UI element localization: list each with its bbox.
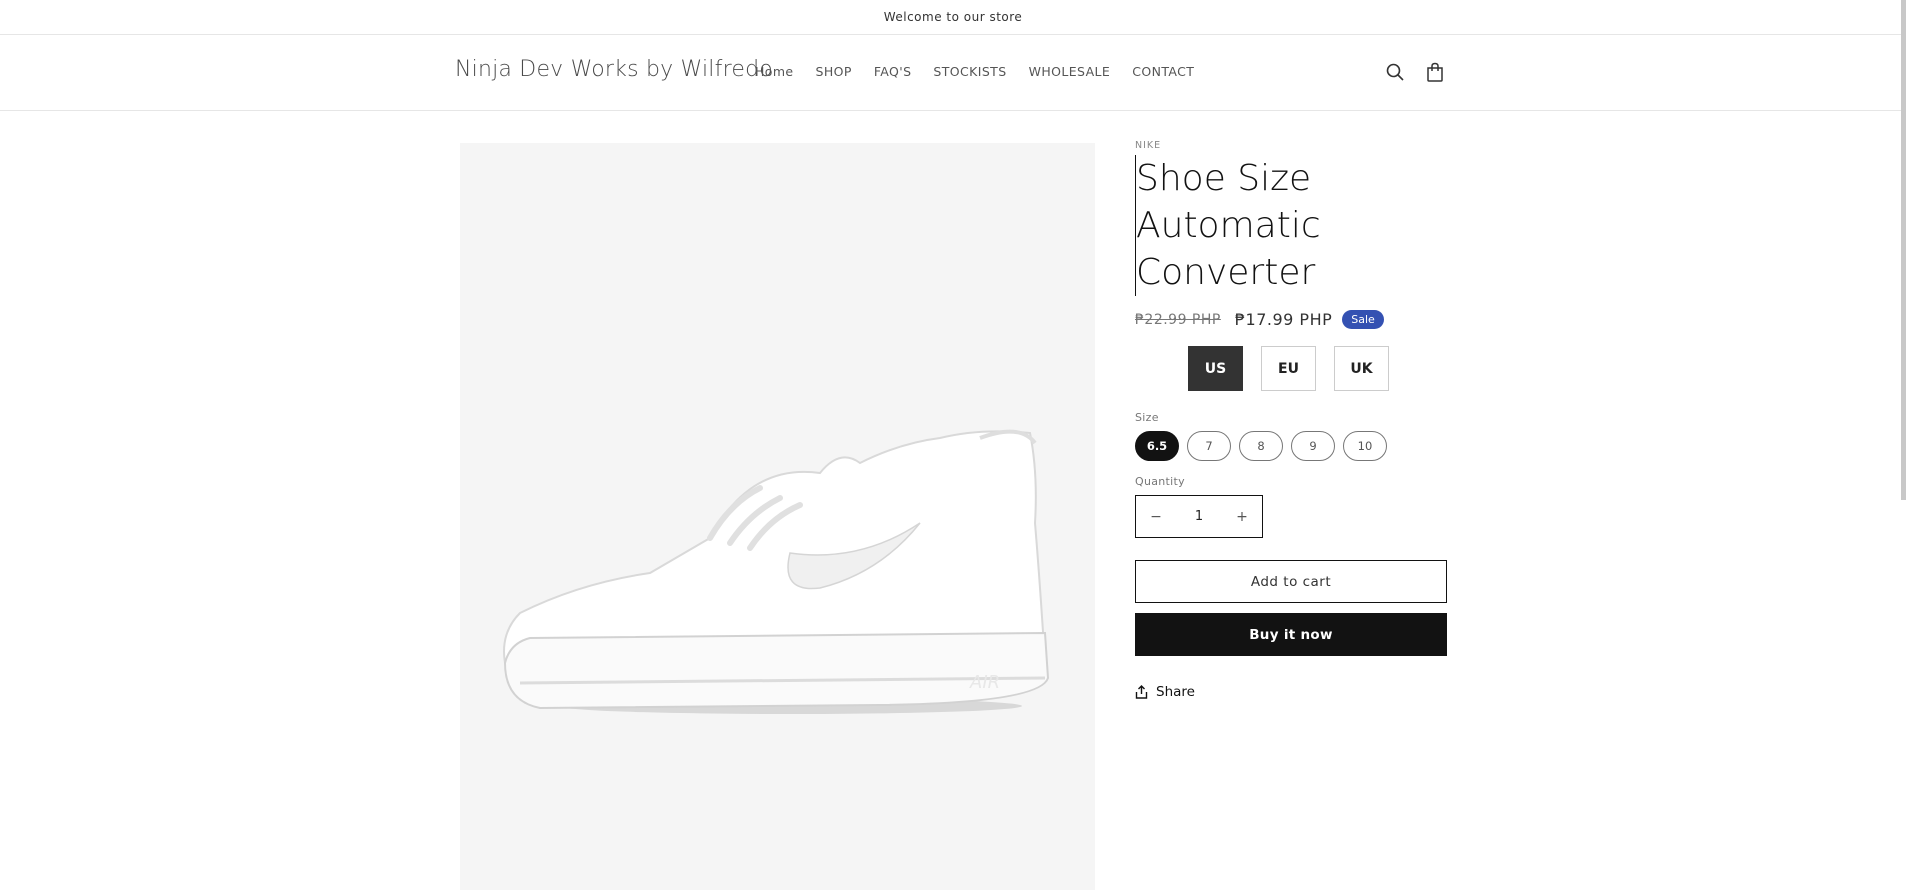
quantity-increase-button[interactable]: + — [1222, 509, 1262, 525]
sale-badge: Sale — [1342, 310, 1384, 329]
price-row: ₱22.99 PHP ₱17.99 PHP Sale — [1135, 310, 1447, 329]
nav-stockists[interactable]: STOCKISTS — [933, 64, 1006, 79]
size-option[interactable]: 9 — [1291, 431, 1335, 461]
sale-price: ₱17.99 PHP — [1234, 310, 1333, 329]
size-option[interactable]: 6.5 — [1135, 431, 1179, 461]
svg-text:AIR: AIR — [969, 672, 1000, 693]
cart-icon[interactable] — [1424, 61, 1446, 83]
size-options: 6.5 7 8 9 10 — [1135, 431, 1447, 461]
product-title: Shoe Size Automatic Converter — [1135, 155, 1447, 296]
search-icon[interactable] — [1384, 61, 1406, 83]
nav-faqs[interactable]: FAQ'S — [874, 64, 912, 79]
share-label: Share — [1156, 684, 1195, 700]
converter-us-button[interactable]: US — [1188, 346, 1243, 391]
size-option[interactable]: 10 — [1343, 431, 1387, 461]
header-icons — [1384, 61, 1446, 83]
shoe-image: AIR — [503, 429, 1050, 714]
announcement-text: Welcome to our store — [883, 10, 1023, 24]
site-header: Ninja Dev Works by Wilfredo Home SHOP FA… — [0, 35, 1906, 111]
nav-shop[interactable]: SHOP — [816, 64, 852, 79]
share-icon — [1135, 685, 1148, 699]
page-scrollbar[interactable] — [1901, 0, 1906, 500]
quantity-stepper: − 1 + — [1135, 495, 1263, 538]
nav-wholesale[interactable]: WHOLESALE — [1029, 64, 1111, 79]
product-image[interactable]: AIR — [460, 143, 1095, 890]
compare-at-price: ₱22.99 PHP — [1135, 311, 1221, 328]
product-info: NIKE Shoe Size Automatic Converter ₱22.9… — [1135, 140, 1447, 700]
size-system-converter: US EU UK — [1188, 346, 1447, 391]
size-option[interactable]: 7 — [1187, 431, 1231, 461]
buy-now-button[interactable]: Buy it now — [1135, 613, 1447, 656]
converter-uk-button[interactable]: UK — [1334, 346, 1389, 391]
add-to-cart-button[interactable]: Add to cart — [1135, 560, 1447, 603]
size-option[interactable]: 8 — [1239, 431, 1283, 461]
main-nav: Home SHOP FAQ'S STOCKISTS WHOLESALE CONT… — [755, 64, 1216, 79]
converter-eu-button[interactable]: EU — [1261, 346, 1316, 391]
share-button[interactable]: Share — [1135, 684, 1447, 700]
nav-contact[interactable]: CONTACT — [1132, 64, 1194, 79]
quantity-label: Quantity — [1135, 475, 1185, 488]
nav-home[interactable]: Home — [755, 64, 794, 79]
quantity-input[interactable]: 1 — [1179, 509, 1219, 524]
size-label: Size — [1135, 411, 1159, 424]
quantity-decrease-button[interactable]: − — [1136, 509, 1176, 525]
store-logo[interactable]: Ninja Dev Works by Wilfredo — [455, 57, 773, 82]
product-vendor: NIKE — [1135, 140, 1162, 151]
announcement-bar: Welcome to our store — [0, 0, 1906, 35]
